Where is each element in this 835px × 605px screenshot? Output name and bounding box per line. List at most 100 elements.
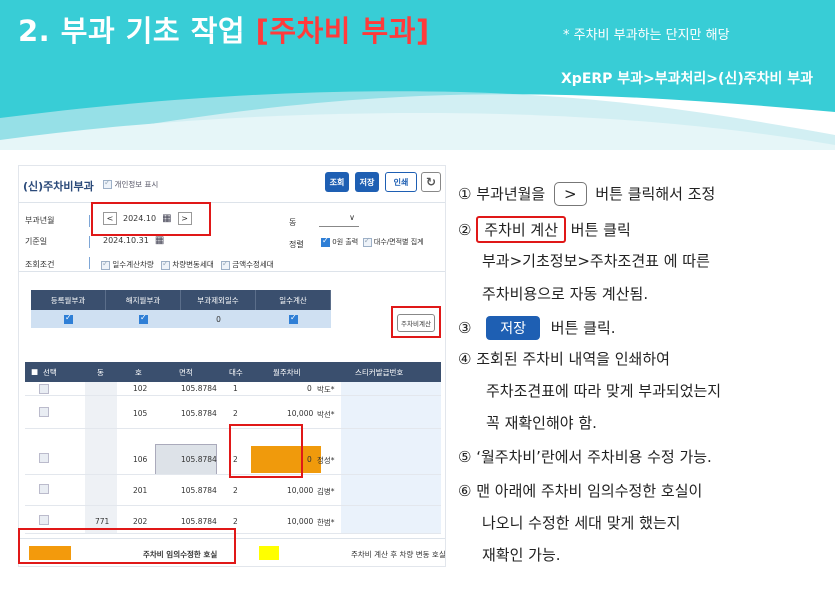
condition-label: 조회조건 (25, 260, 55, 269)
cell-fee[interactable]: 10,000 (287, 517, 313, 526)
cell-area: 105.8784 (181, 486, 217, 495)
base-date-value[interactable]: 2024.10.31 (103, 236, 149, 245)
col-ho: 호 (135, 368, 142, 377)
show-info-checkbox[interactable] (103, 178, 112, 189)
summary-col: 등록월부과 (31, 290, 106, 310)
header-banner: 2. 부과 기초 작업 [주차비 부과] * 주차비 부과하는 단지만 해당 X… (0, 0, 835, 150)
divider (89, 257, 90, 269)
step-2-line-2: 부과>기초정보>주차조견표 에 따른 (482, 252, 710, 270)
condition-options: 일수계산차량 차량변동세대 금액수정세대 (101, 259, 274, 270)
cell-cars: 1 (233, 384, 238, 393)
step-1-text-end: 버튼 클릭해서 조정 (595, 185, 716, 203)
table-row[interactable]: 102 105.8784 1 0 박도* (25, 382, 441, 396)
calc-highlight-box (391, 306, 441, 338)
cell-cars: 2 (233, 486, 238, 495)
refresh-icon[interactable]: ↻ (421, 172, 441, 192)
cell-owner: 정성* (317, 456, 335, 465)
row-checkbox[interactable] (39, 484, 49, 494)
cell-fee[interactable]: 10,000 (287, 486, 313, 495)
cell-fee[interactable]: 0 (307, 384, 312, 393)
grid-header: ■ 선택 동 호 면적 대수 월주차비 스티커발급번호 (25, 362, 441, 382)
base-date-label: 기준일 (25, 237, 48, 246)
condition-label-1: 일수계산차량 (112, 260, 154, 269)
base-date-picker: 2024.10.31 ▦ (103, 235, 164, 246)
step-3: ③ 저장 버튼 클릭. (458, 316, 616, 340)
fee-highlight-box (229, 424, 303, 478)
cell-fee[interactable]: 0 (307, 455, 312, 464)
row-checkbox[interactable] (39, 515, 49, 525)
col-dong: 동 (97, 368, 104, 377)
table-row[interactable]: 201 105.8784 2 10,000 김병* (25, 475, 441, 506)
app-title: (신)주차비부과 (23, 180, 94, 193)
cell-area: 105.8784 (181, 384, 217, 393)
row-checkbox[interactable] (39, 407, 49, 417)
summary-col: 부과제외일수 (181, 290, 256, 310)
cell-ho: 106 (133, 455, 148, 464)
filter-panel: 부과년월 < 2024.10 ▦ > 기준일 2024.10.31 ▦ 조회조건… (19, 202, 445, 272)
sort-option-1: 0원 출력 (332, 238, 359, 246)
summary-col: 일수계산 (256, 290, 331, 310)
summary-cell[interactable]: 0 (181, 310, 256, 328)
cell-ho: 202 (133, 517, 148, 526)
step-2-num: ② (458, 221, 472, 239)
condition-checkbox[interactable] (101, 259, 110, 270)
step-1-text: ① 부과년월을 (458, 185, 546, 203)
col-area: 면적 (179, 368, 193, 377)
cell-area: 105.8784 (181, 517, 217, 526)
summary-checkbox[interactable] (64, 313, 73, 324)
condition-checkbox[interactable] (160, 259, 170, 270)
cell-owner: 박도* (317, 385, 335, 394)
cell-ho: 102 (133, 384, 148, 393)
step-5: ⑤ ‘월주차비’란에서 주차비용 수정 가능. (458, 448, 712, 466)
title-note: * 주차비 부과하는 단지만 해당 (563, 28, 730, 43)
sort-options: 0원 출력 대수/면적별 집계 (321, 236, 424, 247)
step-3-num: ③ (458, 319, 472, 337)
summary-header: 등록월부과 해지월부과 부과제외일수 일수계산 (31, 290, 331, 310)
cell-fee[interactable]: 10,000 (287, 409, 313, 418)
query-button[interactable]: 조회 (325, 172, 349, 192)
summary-cell[interactable] (256, 310, 331, 328)
show-info-toggle[interactable]: 개인정보 표시 (103, 178, 158, 190)
page-title: 2. 부과 기초 작업 [주차비 부과] (18, 8, 430, 50)
step-4-line-1: ④ 조회된 주차비 내역을 인쇄하여 (458, 350, 670, 368)
col-select: 선택 (43, 368, 57, 377)
period-label: 부과년월 (25, 216, 55, 225)
summary-cell[interactable] (31, 310, 106, 328)
step-4-line-3: 꼭 재확인해야 함. (486, 414, 597, 432)
calendar-icon[interactable]: ▦ (155, 235, 164, 246)
row-checkbox[interactable] (39, 453, 49, 463)
cell-dong: 771 (95, 517, 110, 526)
step-6-line-1: ⑥ 맨 아래에 주차비 임의수정한 호실이 (458, 482, 703, 500)
divider (89, 215, 90, 227)
title-highlight: [주차비 부과] (255, 14, 430, 48)
summary-row: 0 (31, 310, 331, 328)
col-cars: 대수 (229, 368, 243, 377)
sort-checkbox[interactable] (362, 236, 372, 247)
period-highlight-box (91, 202, 211, 236)
condition-label-3: 금액수정세대 (232, 260, 274, 269)
step-3-text: 버튼 클릭. (550, 319, 616, 337)
menu-path: XpERP 부과>부과처리>(신)주차비 부과 (561, 71, 813, 87)
save-example-button: 저장 (486, 316, 540, 340)
cell-cars: 2 (233, 517, 238, 526)
legend-changed-label: 주차비 계산 후 차량 변동 호실 (351, 550, 446, 559)
sort-option-2: 대수/면적별 집계 (373, 238, 424, 246)
step-6-line-3: 재확인 가능. (482, 546, 561, 564)
sort-checkbox[interactable] (321, 236, 330, 247)
legend-yellow-swatch (259, 546, 279, 560)
save-button[interactable]: 저장 (355, 172, 379, 192)
divider (89, 236, 90, 248)
print-button[interactable]: 인쇄 (385, 172, 417, 192)
step-2-text: 버튼 클릭 (570, 221, 631, 239)
summary-checkbox[interactable] (289, 313, 298, 324)
condition-checkbox[interactable] (220, 259, 230, 270)
cell-owner: 한범* (317, 518, 335, 527)
summary-checkbox[interactable] (139, 313, 148, 324)
step-6-line-2: 나오니 수정한 세대 맞게 했는지 (482, 514, 681, 532)
row-checkbox[interactable] (39, 384, 49, 394)
step-1: ① 부과년월을 > 버튼 클릭해서 조정 (458, 182, 715, 206)
select-all-checkbox[interactable]: ■ (31, 367, 38, 376)
cell-owner: 박선* (317, 410, 335, 419)
summary-cell[interactable] (106, 310, 181, 328)
dong-select[interactable]: ∨ (319, 213, 359, 227)
